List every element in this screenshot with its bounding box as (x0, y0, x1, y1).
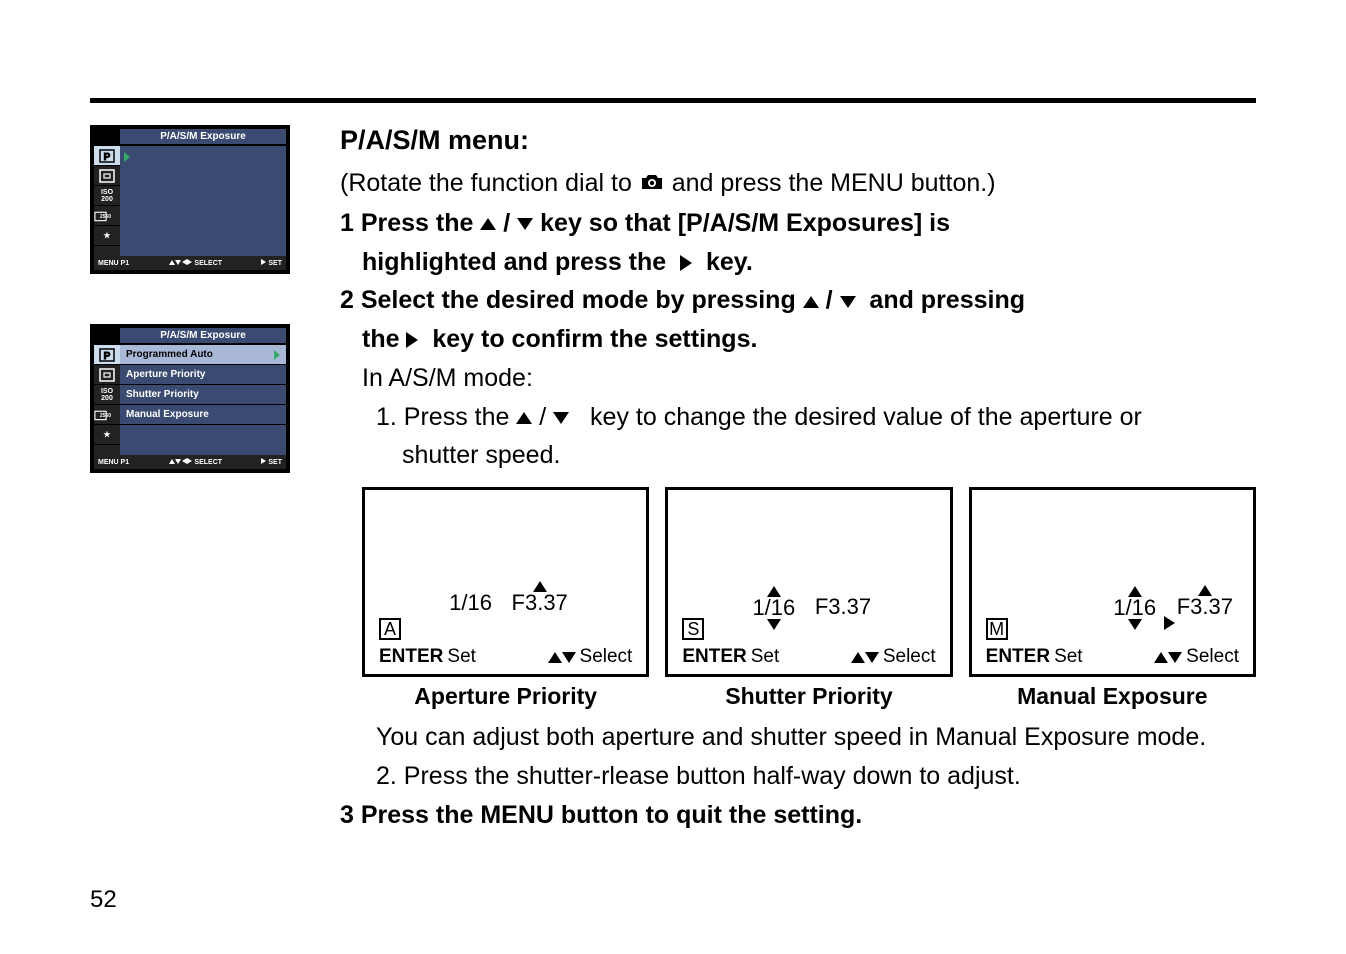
shutter-value: 1/16 (752, 597, 795, 619)
menu-icon-square (94, 166, 120, 186)
manual-note: You can adjust both aperture and shutter… (340, 718, 1256, 757)
menu-icon-iso: ISO200 (94, 385, 120, 405)
menu-content-area (120, 146, 286, 256)
preview-shutter-priority: 1/16 F3.37 S ENTERSet Select (665, 487, 952, 677)
select-label: Select (851, 646, 936, 668)
triangle-right-icon (406, 332, 418, 348)
menu-footer: MENU P1 SELECT SET (94, 455, 286, 469)
page-number: 52 (90, 886, 117, 914)
preview-manual-exposure: 1/16 F3.37 M ENTERSet Select (969, 487, 1256, 677)
enter-set-label: ENTERSet (682, 646, 779, 668)
preview-aperture-priority: 1/16 F3.37 A ENTERSet Select (362, 487, 649, 677)
step-3: 3 Press the MENU button to quit the sett… (340, 796, 1256, 835)
menu-icon-strip: P ISO200 2560 ★ (94, 146, 120, 256)
svg-text:P: P (104, 351, 111, 362)
menu-item-manual-exposure: Manual Exposure (120, 405, 286, 425)
rotate-instruction: (Rotate the function dial to and press t… (340, 164, 1256, 204)
menu-screenshot-expanded: P/A/S/M Exposure P ISO200 2560 ★ Program… (90, 324, 290, 473)
menu-footer-select: SELECT (169, 458, 223, 466)
menu-item-programmed-auto: Programmed Auto (120, 345, 286, 365)
menu-list: Programmed Auto Aperture Priority Shutte… (120, 345, 286, 455)
chevron-right-icon (274, 350, 280, 360)
menu-icon-square (94, 365, 120, 385)
chevron-right-icon (124, 152, 130, 162)
asm-intro: In A/S/M mode: (340, 359, 1256, 398)
triangle-up-icon (480, 218, 496, 230)
caption-shutter-priority: Shutter Priority (665, 683, 952, 710)
camera-icon (639, 165, 665, 204)
aperture-value: F3.37 (815, 596, 871, 618)
shutter-value: 1/16 (1113, 597, 1156, 619)
triangle-down-icon (517, 218, 533, 230)
triangle-down-icon (840, 296, 856, 308)
menu-icon-p: P (94, 345, 120, 365)
step-1-cont: highlighted and press the key. (340, 243, 1256, 282)
svg-text:P: P (104, 152, 111, 163)
triangle-right-icon (680, 255, 692, 271)
mode-indicator: M (986, 618, 1008, 640)
menu-footer-select: SELECT (169, 259, 223, 267)
aperture-value: F3.37 (1177, 596, 1233, 618)
menu-screenshot-collapsed: P/A/S/M Exposure P ISO200 2560 ★ MENU P1… (90, 125, 290, 274)
menu-footer-menu: MENU P1 (98, 260, 129, 267)
asm-sub-1: 1. Press the / key to change the desired… (340, 398, 1256, 437)
caption-manual-exposure: Manual Exposure (969, 683, 1256, 710)
mode-indicator: S (682, 618, 704, 640)
enter-set-label: ENTERSet (379, 646, 476, 668)
menu-header: P/A/S/M Exposure (120, 328, 286, 343)
select-label: Select (548, 646, 633, 668)
menu-header: P/A/S/M Exposure (120, 129, 286, 144)
enter-set-label: ENTERSet (986, 646, 1083, 668)
triangle-up-icon (803, 296, 819, 308)
menu-icon-strip: P ISO200 2560 ★ (94, 345, 120, 455)
section-title: P/A/S/M menu: (340, 125, 1256, 156)
step-2: 2 Select the desired mode by pressing / … (340, 281, 1256, 320)
menu-icon-quality: ★ (94, 425, 120, 445)
asm-sub-1-cont: shutter speed. (340, 436, 1256, 475)
aperture-value: F3.37 (512, 592, 568, 614)
menu-footer: MENU P1 SELECT SET (94, 256, 286, 270)
triangle-down-icon (553, 412, 569, 424)
step-2-cont: the key to confirm the settings. (340, 320, 1256, 359)
menu-item-aperture-priority: Aperture Priority (120, 365, 286, 385)
menu-icon-size: 2560 (94, 405, 120, 425)
asm-sub-2: 2. Press the shutter-rlease button half-… (340, 757, 1256, 796)
caption-aperture-priority: Aperture Priority (362, 683, 649, 710)
menu-icon-quality: ★ (94, 226, 120, 246)
menu-item-shutter-priority: Shutter Priority (120, 385, 286, 405)
triangle-up-icon (516, 412, 532, 424)
menu-icon-p: P (94, 146, 120, 166)
menu-footer-set: SET (261, 259, 282, 267)
step-1: 1 Press the / key so that [P/A/S/M Expos… (340, 204, 1256, 243)
menu-footer-menu: MENU P1 (98, 459, 129, 466)
mode-indicator: A (379, 618, 401, 640)
select-label: Select (1154, 646, 1239, 668)
shutter-value: 1/16 (449, 592, 492, 614)
menu-icon-iso: ISO200 (94, 186, 120, 206)
horizontal-rule (90, 98, 1256, 103)
menu-icon-size: 2560 (94, 206, 120, 226)
menu-footer-set: SET (261, 458, 282, 466)
